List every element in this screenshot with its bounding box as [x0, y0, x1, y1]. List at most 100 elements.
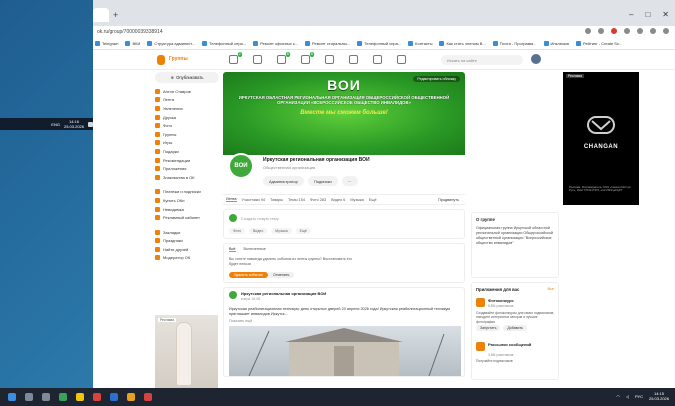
bookmark-item[interactable]: Telegram: [95, 41, 118, 46]
sidebar-item[interactable]: Увлечения: [155, 104, 219, 113]
photo-button[interactable]: Фото: [229, 228, 246, 234]
language-indicator[interactable]: ENG: [51, 122, 60, 127]
mailing-icon[interactable]: [476, 342, 485, 351]
extension-icon[interactable]: [611, 28, 617, 34]
more-post-button[interactable]: Ещё: [295, 228, 311, 234]
sidebar-item[interactable]: Рекомендации: [155, 156, 219, 165]
bookmark-item[interactable]: Рейтинг - Create Sc...: [575, 41, 622, 46]
music-button[interactable]: Музыка: [271, 228, 292, 234]
bookmark-item[interactable]: Ремонт стиральны...: [304, 41, 350, 46]
group-tab[interactable]: Ещё: [369, 198, 377, 202]
url-text[interactable]: ok.ru/group/70000039338914: [97, 29, 163, 35]
more-button[interactable]: ···: [341, 176, 358, 186]
address-bar[interactable]: ok.ru/group/70000039338914: [93, 26, 675, 38]
guests-icon[interactable]: [325, 55, 334, 64]
section-label[interactable]: Группы: [169, 56, 188, 62]
word-icon[interactable]: [110, 393, 118, 401]
search-input[interactable]: Искать на сайте: [441, 55, 523, 65]
bookmark-item[interactable]: Структура админист...: [147, 41, 195, 46]
sidebar-item[interactable]: Знакомства в ОК: [155, 173, 219, 182]
share-icon[interactable]: [585, 28, 591, 34]
add-button[interactable]: Добавить: [503, 325, 527, 331]
sidebar-item[interactable]: Праздники: [155, 237, 219, 246]
post-author-avatar[interactable]: [229, 291, 237, 299]
sidebar-item[interactable]: Лента: [155, 96, 219, 105]
new-post-input[interactable]: Создать новую тему: [241, 216, 279, 221]
close-icon[interactable]: ✕: [662, 10, 669, 19]
sidebar-item[interactable]: Платежи и подписки: [155, 188, 219, 197]
group-tab[interactable]: Товары: [270, 198, 283, 202]
downloads-icon[interactable]: [624, 28, 630, 34]
group-tab[interactable]: Участники 94: [242, 198, 265, 202]
bookmark-star-icon[interactable]: [598, 28, 604, 34]
ok-logo-icon[interactable]: [157, 55, 165, 65]
new-tab-button[interactable]: +: [113, 10, 118, 20]
publish-button[interactable]: ⊕ Опубликовать: [155, 72, 219, 83]
chrome-icon[interactable]: [59, 393, 67, 401]
ad-banner[interactable]: Реклама CHANGAN Реклама. Рекламодатель О…: [563, 72, 639, 205]
sidebar-item[interactable]: Невидимка: [155, 205, 219, 214]
tab-enabled[interactable]: Включенные: [244, 247, 266, 252]
group-tab[interactable]: Темы 154: [288, 198, 305, 202]
maximize-icon[interactable]: □: [645, 10, 650, 19]
file-explorer-icon[interactable]: [76, 393, 84, 401]
post-image[interactable]: [229, 326, 461, 376]
all-apps-link[interactable]: Все: [547, 287, 554, 291]
delete-event-button[interactable]: Удалить событие: [229, 272, 268, 278]
menu-icon[interactable]: [663, 28, 669, 34]
edit-cover-button[interactable]: Редактировать обложку: [413, 76, 460, 82]
sidebar-item[interactable]: Подарки: [155, 147, 219, 156]
promote-button[interactable]: Продвинуть: [438, 198, 459, 202]
taskbar-clock[interactable]: 14:16 25.03.2026: [64, 119, 84, 129]
tab-all[interactable]: Всё: [229, 247, 236, 252]
task-view-icon[interactable]: [42, 393, 50, 401]
sidebar-item[interactable]: Рекламный кабинет: [155, 213, 219, 222]
user-avatar[interactable]: [531, 54, 541, 64]
search-icon[interactable]: [25, 393, 33, 401]
group-avatar[interactable]: ВОИ: [228, 153, 254, 179]
notifications-icon[interactable]: 8: [277, 52, 290, 64]
sidebar-item[interactable]: Найти друзей: [155, 245, 219, 254]
bookmark-item[interactable]: Телефонный спра...: [202, 41, 246, 46]
sidebar-item[interactable]: Друзья: [155, 113, 219, 122]
group-tab[interactable]: Музыка: [350, 198, 363, 202]
start-windows-icon[interactable]: [8, 393, 16, 401]
bookmark-item[interactable]: Как стать членом В...: [439, 41, 486, 46]
video-button[interactable]: Видео: [249, 228, 268, 234]
discussions-icon[interactable]: [253, 55, 262, 64]
events-icon[interactable]: [349, 55, 358, 64]
bookmark-item[interactable]: Контакты: [408, 41, 432, 46]
profile-icon[interactable]: [650, 28, 656, 34]
group-tab[interactable]: Фото 283: [310, 198, 326, 202]
music-icon[interactable]: [397, 55, 406, 64]
sidebar-item[interactable]: Группы: [155, 130, 219, 139]
browser-tab[interactable]: [93, 8, 109, 22]
sidebar-item[interactable]: Модератор ОК: [155, 254, 219, 263]
launch-button[interactable]: Запустить: [476, 325, 501, 331]
group-tab[interactable]: Лента: [226, 197, 237, 202]
messages-icon[interactable]: 2: [229, 52, 242, 64]
bookmark-item[interactable]: Почта - Программ...: [492, 41, 537, 46]
sidebar-item[interactable]: Приложения: [155, 164, 219, 173]
sidebar-ad-image[interactable]: Реклама: [155, 315, 218, 388]
bookmark-item[interactable]: Телефонный спра...: [357, 41, 401, 46]
subscriptions-button[interactable]: Подписки: [307, 176, 338, 186]
show-more-link[interactable]: Показать ещё: [229, 319, 252, 323]
minimize-icon[interactable]: –: [629, 10, 633, 19]
ok-app-icon[interactable]: [127, 393, 135, 401]
video-icon[interactable]: [373, 55, 382, 64]
app-icon[interactable]: [144, 393, 152, 401]
volume-icon[interactable]: ◁: [626, 394, 629, 399]
sidebar-item[interactable]: Купить ОКи: [155, 196, 219, 205]
taskbar-clock[interactable]: 14:15 25.03.2026: [649, 391, 669, 401]
sidebar-item[interactable]: Игры: [155, 139, 219, 148]
sidebar-item[interactable]: Антон Ставров: [155, 87, 219, 96]
bookmark-item[interactable]: ВКИ: [125, 41, 140, 46]
group-tab[interactable]: Видео 6: [331, 198, 345, 202]
cancel-button[interactable]: Отменить: [268, 272, 295, 278]
yandex-browser-icon[interactable]: [93, 393, 101, 401]
bookmark-item[interactable]: Инклюзия: [543, 41, 569, 46]
network-icon[interactable]: ◠: [616, 394, 620, 399]
language-indicator[interactable]: РУС: [635, 394, 643, 399]
admin-button[interactable]: Администратор: [263, 176, 304, 186]
